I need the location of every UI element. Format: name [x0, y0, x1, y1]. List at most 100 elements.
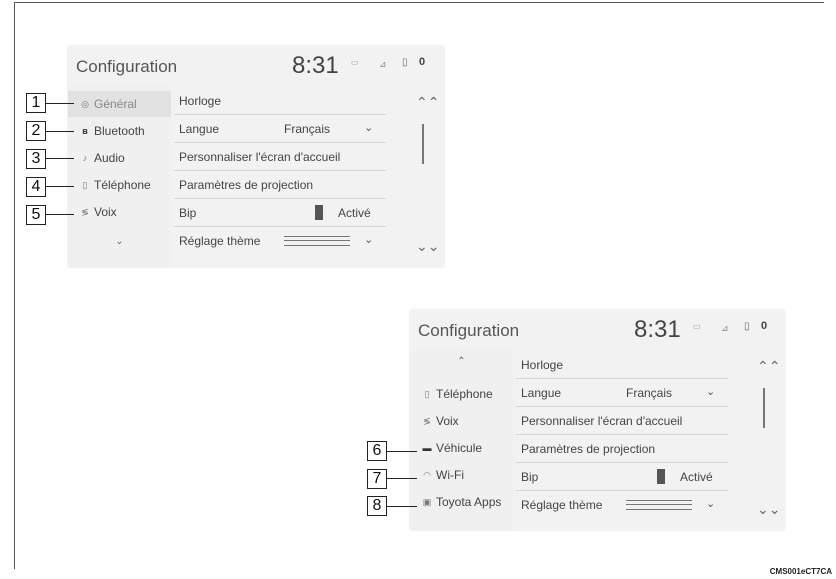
phone-icon: ▯: [82, 179, 88, 190]
sidebar-item-label: Téléphone: [436, 387, 493, 401]
sidebar-item-label: Voix: [436, 414, 459, 428]
callout-5: 5: [26, 205, 46, 225]
callout-leader: [46, 131, 74, 132]
callout-leader: [46, 186, 74, 187]
sidebar-item-toyota-apps[interactable]: ▣ Toyota Apps: [410, 489, 513, 515]
voice-icon: ≶: [423, 415, 431, 426]
sidebar: ⌃ ▯ Téléphone ≶ Voix ▬ Véhicule ◠ Wi-Fi …: [410, 350, 513, 530]
row-langue[interactable]: Langue Français ⌄: [516, 380, 728, 407]
row-bip[interactable]: Bip Activé: [516, 464, 728, 491]
sidebar: ◎ Général ʙ Bluetooth ♪ Audio ▯ Téléphon…: [68, 86, 171, 267]
toggle-state: Activé: [680, 470, 713, 484]
callout-leader: [46, 103, 74, 104]
phone-icon: ▯: [424, 388, 430, 399]
theme-preview: [284, 236, 350, 246]
row-label: Bip: [521, 470, 539, 484]
scrollbar: ⌃⌃ ⌄⌄: [404, 86, 444, 267]
page-title: Configuration: [76, 57, 178, 76]
chevron-down-icon: ⌄: [706, 498, 716, 510]
callout-leader: [387, 451, 417, 452]
scroll-thumb[interactable]: [763, 388, 765, 428]
chevron-down-icon: ⌄: [706, 386, 716, 398]
toggle-indicator: [315, 205, 323, 220]
signal-icon: ⊿: [721, 323, 729, 333]
row-label: Personnaliser l'écran d'accueil: [179, 150, 341, 164]
callout-4: 4: [26, 177, 46, 197]
sidebar-scroll-down-button[interactable]: ⌄: [68, 236, 171, 247]
row-projection[interactable]: Paramètres de projection: [516, 436, 728, 463]
row-projection[interactable]: Paramètres de projection: [174, 172, 386, 199]
callout-3: 3: [26, 149, 46, 169]
status-icon: 0: [419, 56, 426, 68]
settings-screen-1: Configuration 8:31 ▭ ⊿ ▯ 0 ◎ Général ʙ B…: [68, 46, 444, 267]
frame-border-left: [14, 2, 15, 569]
callout-2: 2: [26, 121, 46, 141]
figure-code: CMS001eCT7CA: [769, 567, 832, 576]
sidebar-scroll-up-button[interactable]: ⌃: [410, 356, 513, 367]
sidebar-item-voix[interactable]: ≶ Voix: [68, 199, 171, 225]
sidebar-item-label: Wi-Fi: [436, 468, 464, 482]
status-indicator-icon: ▭: [351, 58, 359, 67]
scroll-down-button[interactable]: ⌄⌄: [757, 501, 780, 518]
sidebar-item-label: Véhicule: [436, 441, 483, 455]
row-label: Réglage thème: [521, 498, 603, 512]
row-theme[interactable]: Réglage thème ⌄: [174, 228, 386, 254]
scroll-up-button[interactable]: ⌃⌃: [416, 94, 439, 111]
sidebar-item-general[interactable]: ◎ Général: [68, 91, 171, 117]
settings-screen-2: Configuration 8:31 ▭ ⊿ ▯ 0 ⌃ ▯ Téléphone…: [410, 310, 785, 530]
wifi-icon: ◠: [423, 469, 431, 480]
row-theme[interactable]: Réglage thème ⌄: [516, 492, 728, 518]
status-indicator-icon: ▭: [693, 322, 701, 331]
gear-icon: ◎: [81, 98, 89, 109]
music-note-icon: ♪: [82, 153, 88, 163]
callout-6: 6: [367, 441, 387, 461]
row-horloge[interactable]: Horloge: [516, 352, 728, 379]
callout-7: 7: [367, 469, 387, 489]
callout-leader: [46, 214, 74, 215]
sidebar-item-label: Voix: [94, 205, 117, 219]
sidebar-item-label: Toyota Apps: [436, 495, 502, 509]
callout-leader: [46, 158, 74, 159]
row-label: Réglage thème: [179, 234, 261, 248]
scrollbar: ⌃⌃ ⌄⌄: [745, 350, 785, 530]
battery-icon: ▯: [402, 57, 408, 68]
sidebar-item-audio[interactable]: ♪ Audio: [68, 145, 171, 171]
row-personnaliser[interactable]: Personnaliser l'écran d'accueil: [174, 144, 386, 171]
row-horloge[interactable]: Horloge: [174, 88, 386, 115]
clock: 8:31: [634, 316, 681, 343]
clock: 8:31: [292, 52, 339, 79]
apps-icon: ▣: [422, 496, 432, 507]
chevron-down-icon: ⌄: [364, 234, 374, 246]
chevron-down-icon: ⌄: [364, 122, 374, 134]
row-label: Personnaliser l'écran d'accueil: [521, 414, 683, 428]
sidebar-item-voix[interactable]: ≶ Voix: [410, 408, 513, 434]
sidebar-item-telephone[interactable]: ▯ Téléphone: [410, 381, 513, 407]
row-langue[interactable]: Langue Français ⌄: [174, 116, 386, 143]
row-personnaliser[interactable]: Personnaliser l'écran d'accueil: [516, 408, 728, 435]
header: Configuration 8:31 ▭ ⊿ ▯ 0: [410, 310, 785, 348]
row-label: Bip: [179, 206, 197, 220]
sidebar-item-vehicule[interactable]: ▬ Véhicule: [410, 435, 513, 461]
header: Configuration 8:31 ▭ ⊿ ▯ 0: [68, 46, 444, 84]
toggle-state: Activé: [338, 206, 371, 220]
sidebar-item-telephone[interactable]: ▯ Téléphone: [68, 172, 171, 198]
sidebar-item-wifi[interactable]: ◠ Wi-Fi: [410, 462, 513, 488]
page-title: Configuration: [418, 321, 520, 340]
scroll-down-button[interactable]: ⌄⌄: [416, 238, 439, 255]
row-label: Horloge: [179, 94, 222, 108]
callout-8: 8: [367, 496, 387, 516]
status-icon: 0: [761, 320, 768, 332]
row-bip[interactable]: Bip Activé: [174, 200, 386, 227]
callout-leader: [387, 506, 417, 507]
row-value: Français: [284, 122, 331, 136]
row-value: Français: [626, 386, 673, 400]
scroll-up-button[interactable]: ⌃⌃: [757, 358, 780, 375]
toggle-indicator: [657, 469, 665, 484]
car-icon: ▬: [422, 443, 432, 453]
scroll-thumb[interactable]: [422, 124, 424, 164]
sidebar-item-label: Bluetooth: [94, 124, 145, 138]
row-label: Langue: [179, 122, 220, 136]
bluetooth-icon: ʙ: [82, 126, 88, 136]
sidebar-item-bluetooth[interactable]: ʙ Bluetooth: [68, 118, 171, 144]
sidebar-item-label: Général: [94, 97, 137, 111]
